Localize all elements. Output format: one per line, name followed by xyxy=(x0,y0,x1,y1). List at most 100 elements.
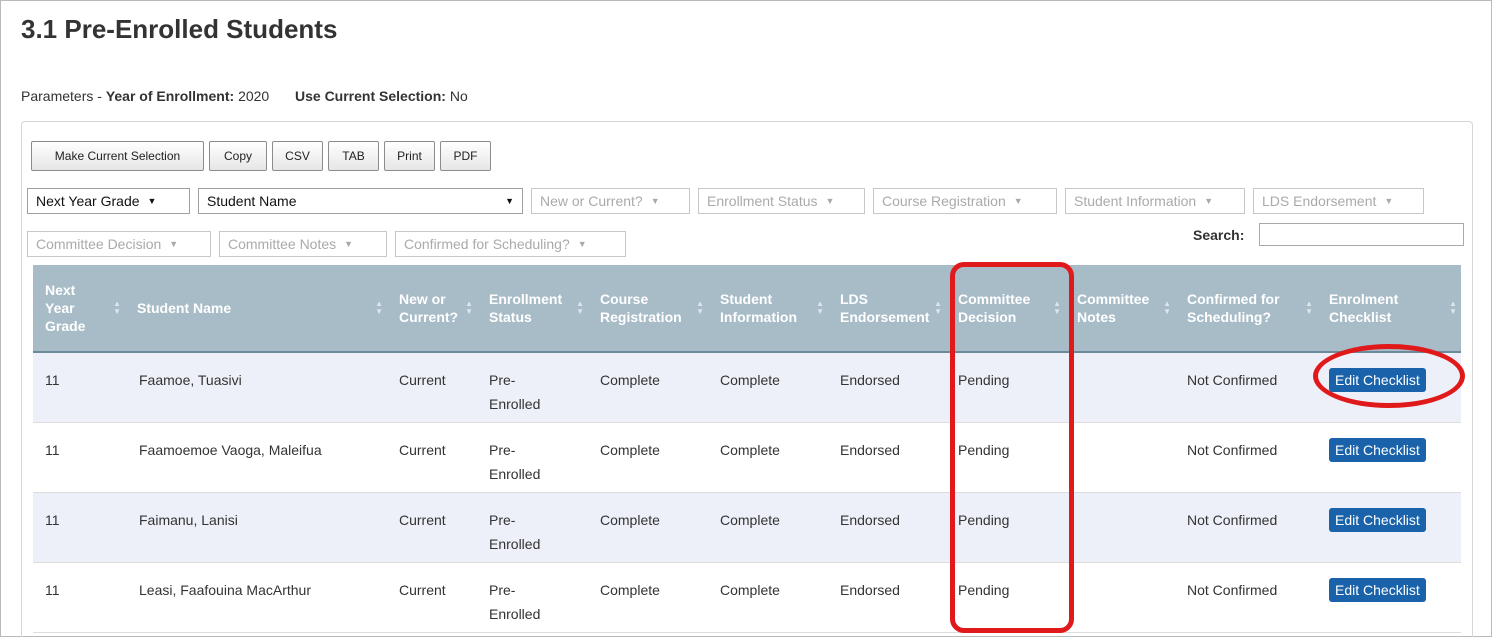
cell-lds-endorsement: Endorsed xyxy=(828,422,946,493)
table-row: 11 Faamoemoe Vaoga, Maleifua Current Pre… xyxy=(33,422,1461,493)
table-header-row: Next Year Grade ▲ ▼ Student Name ▲ ▼ New or Cur… xyxy=(33,265,1461,353)
edit-checklist-button[interactable]: Edit Checklist xyxy=(1329,577,1426,602)
table-row: 11 Faamoe, Tuasivi Current Pre- Enrolled … xyxy=(33,352,1461,423)
column-header-committee-decision[interactable]: Committee Decision ▲ ▼ xyxy=(946,265,1065,353)
edit-checklist-button[interactable]: Edit Checklist xyxy=(1329,368,1426,392)
filter-new-or-current[interactable]: New or Current? ▼ xyxy=(531,188,690,214)
cell-lds-endorsement: Endorsed xyxy=(828,492,946,563)
status-line: Pre- xyxy=(489,511,516,528)
sort-arrows-icon: ▲ ▼ xyxy=(696,299,704,316)
header-line: Committee xyxy=(1077,291,1150,307)
copy-button[interactable]: Copy xyxy=(209,141,267,171)
column-header-committee-notes[interactable]: Committee Notes ▲ ▼ xyxy=(1065,265,1175,353)
filter-next-year-grade[interactable]: Next Year Grade ▼ xyxy=(27,188,190,214)
cell-enrolment-checklist: Edit Checklist xyxy=(1317,352,1461,423)
header-line: Course xyxy=(600,291,649,307)
cell-confirmed-for-scheduling: Not Confirmed xyxy=(1175,422,1317,493)
status-line: Enrolled xyxy=(489,605,541,622)
cell-new-or-current: Current xyxy=(387,352,477,423)
filter-course-registration[interactable]: Course Registration ▼ xyxy=(873,188,1057,214)
cell-student-information: Complete xyxy=(708,352,828,423)
dropdown-arrow-icon: ▼ xyxy=(650,196,660,206)
cell-course-registration: Complete xyxy=(588,492,708,563)
cell-enrollment-status: Pre- Enrolled xyxy=(477,492,588,563)
sort-arrows-icon: ▲ ▼ xyxy=(113,299,121,316)
search-input[interactable] xyxy=(1259,223,1464,246)
column-header-new-or-current[interactable]: New or Current? ▲ ▼ xyxy=(387,265,477,353)
header-line: Status xyxy=(489,309,532,325)
table-row: 11 Faimanu, Lanisi Current Pre- Enrolled … xyxy=(33,492,1461,563)
cell-lds-endorsement: Endorsed xyxy=(828,562,946,633)
header-line: Next xyxy=(45,282,76,298)
cell-student-information: Complete xyxy=(708,492,828,563)
column-header-course-registration[interactable]: Course Registration ▲ ▼ xyxy=(588,265,708,353)
year-label: Year of Enrollment: xyxy=(105,88,235,104)
header-line: Year xyxy=(45,300,75,316)
cell-new-or-current: Current xyxy=(387,422,477,493)
sort-arrows-icon: ▲ ▼ xyxy=(465,299,473,316)
cell-student-name: Faimanu, Lanisi xyxy=(125,492,387,563)
cell-student-name: Faamoemoe Vaoga, Maleifua xyxy=(125,422,387,493)
header-line: Current? xyxy=(399,309,459,325)
make-current-selection-button[interactable]: Make Current Selection xyxy=(31,141,204,171)
filter-committee-notes[interactable]: Committee Notes ▼ xyxy=(219,231,387,257)
cell-committee-decision: Pending xyxy=(946,562,1065,633)
cell-committee-notes xyxy=(1065,492,1175,563)
dropdown-arrow-icon: ▼ xyxy=(169,239,179,249)
header-line: Enrolment xyxy=(1329,291,1399,307)
cell-student-information: Complete xyxy=(708,562,828,633)
filter-label: Student Information xyxy=(1074,193,1197,209)
edit-checklist-button[interactable]: Edit Checklist xyxy=(1329,507,1426,532)
sort-arrows-icon: ▲ ▼ xyxy=(1449,299,1457,316)
cell-committee-notes xyxy=(1065,422,1175,493)
filter-student-name[interactable]: Student Name ▼ xyxy=(198,188,523,214)
dropdown-arrow-icon: ▼ xyxy=(1204,196,1214,206)
dropdown-arrow-icon: ▼ xyxy=(825,196,835,206)
dropdown-arrow-icon: ▼ xyxy=(1013,196,1023,206)
filter-label: Student Name xyxy=(207,193,297,209)
filter-committee-decision[interactable]: Committee Decision ▼ xyxy=(27,231,211,257)
status-line: Enrolled xyxy=(489,535,541,552)
column-header-student-name[interactable]: Student Name ▲ ▼ xyxy=(125,265,387,353)
csv-button[interactable]: CSV xyxy=(272,141,323,171)
dropdown-arrow-icon: ▼ xyxy=(1384,196,1394,206)
print-button[interactable]: Print xyxy=(384,141,435,171)
filter-label: New or Current? xyxy=(540,193,643,209)
header-line: Grade xyxy=(45,318,86,334)
cell-enrollment-status: Pre- Enrolled xyxy=(477,352,588,423)
tab-button[interactable]: TAB xyxy=(328,141,379,171)
filter-student-information[interactable]: Student Information ▼ xyxy=(1065,188,1245,214)
cell-new-or-current: Current xyxy=(387,492,477,563)
column-header-lds-endorsement[interactable]: LDS Endorsement ▲ ▼ xyxy=(828,265,946,353)
filter-confirmed-for-scheduling[interactable]: Confirmed for Scheduling? ▼ xyxy=(395,231,626,257)
header-line: New or xyxy=(399,291,446,307)
cell-enrolment-checklist: Edit Checklist xyxy=(1317,492,1461,563)
column-header-next-year-grade[interactable]: Next Year Grade ▲ ▼ xyxy=(33,265,125,353)
header-line: Committee xyxy=(958,291,1031,307)
filter-label: Course Registration xyxy=(882,193,1006,209)
column-header-enrolment-checklist[interactable]: Enrolment Checklist ▲ ▼ xyxy=(1317,265,1461,353)
cell-committee-notes xyxy=(1065,562,1175,633)
sort-arrows-icon: ▲ ▼ xyxy=(375,299,383,316)
filter-label: Confirmed for Scheduling? xyxy=(404,236,570,252)
cell-committee-decision: Pending xyxy=(946,492,1065,563)
column-header-student-information[interactable]: Student Information ▲ ▼ xyxy=(708,265,828,353)
filter-lds-endorsement[interactable]: LDS Endorsement ▼ xyxy=(1253,188,1424,214)
cell-student-name: Faamoe, Tuasivi xyxy=(125,352,387,423)
params-prefix: Parameters - xyxy=(21,88,106,104)
header-line: Notes xyxy=(1077,309,1116,325)
search-label: Search: xyxy=(1193,227,1245,243)
edit-checklist-button[interactable]: Edit Checklist xyxy=(1329,437,1426,462)
column-header-enrollment-status[interactable]: Enrollment Status ▲ ▼ xyxy=(477,265,588,353)
cell-grade: 11 xyxy=(33,422,125,493)
filter-label: Enrollment Status xyxy=(707,193,818,209)
cell-enrolment-checklist: Edit Checklist xyxy=(1317,562,1461,633)
cell-grade: 11 xyxy=(33,562,125,633)
header-line: Information xyxy=(720,309,797,325)
filter-enrollment-status[interactable]: Enrollment Status ▼ xyxy=(698,188,865,214)
header-line: Endorsement xyxy=(840,309,930,325)
cell-enrollment-status: Pre- Enrolled xyxy=(477,422,588,493)
column-header-confirmed-for-scheduling[interactable]: Confirmed for Scheduling? ▲ ▼ xyxy=(1175,265,1317,353)
pdf-button[interactable]: PDF xyxy=(440,141,491,171)
cell-grade: 11 xyxy=(33,492,125,563)
